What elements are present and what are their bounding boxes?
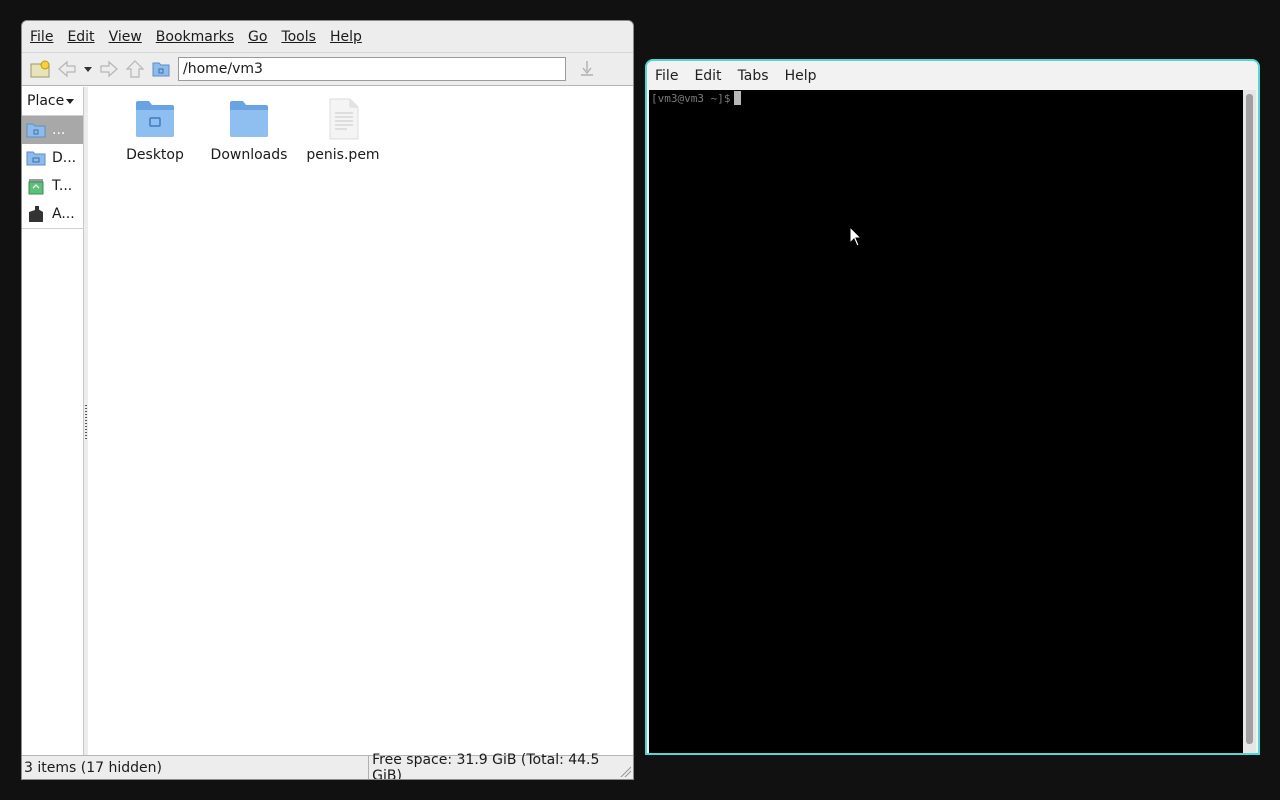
sidebar-item-applications[interactable]: A... <box>22 200 83 228</box>
desktop-folder-icon <box>136 101 174 137</box>
chevron-down-icon <box>84 67 92 72</box>
places-list: ... D... T... A... <box>22 115 83 229</box>
menu-view[interactable]: View <box>109 29 142 45</box>
terminal-menu-edit[interactable]: Edit <box>694 68 721 84</box>
sidebar-item-label: ... <box>52 122 66 138</box>
back-button[interactable] <box>54 56 80 82</box>
home-folder-icon <box>26 123 46 138</box>
file-manager-window: File Edit View Bookmarks Go Tools Help /… <box>21 20 634 780</box>
address-bar-input[interactable] <box>178 57 566 81</box>
terminal-scrollbar[interactable] <box>1243 90 1256 753</box>
file-manager-menubar: File Edit View Bookmarks Go Tools Help <box>22 21 633 53</box>
file-item-label: Desktop <box>126 147 184 163</box>
text-cursor <box>734 91 742 105</box>
trash-icon <box>28 179 44 195</box>
file-item-pem[interactable]: penis.pem <box>296 97 390 163</box>
terminal-screen[interactable]: [vm3@vm3 ~]$ <box>649 90 1245 753</box>
menu-help[interactable]: Help <box>330 29 362 45</box>
file-item-label: penis.pem <box>306 147 380 163</box>
sidebar-item-desktop[interactable]: D... <box>22 144 83 172</box>
menu-tools[interactable]: Tools <box>281 29 316 45</box>
home-folder-icon <box>152 62 170 77</box>
places-label: Place <box>27 93 65 109</box>
menu-edit[interactable]: Edit <box>67 29 94 45</box>
window-resize-grip[interactable] <box>619 765 631 777</box>
file-manager-toolbar <box>22 53 633 86</box>
places-sidebar: Place ... D... T... A... <box>22 87 84 755</box>
terminal-menu-file[interactable]: File <box>655 68 678 84</box>
folder-icon <box>230 101 268 137</box>
back-arrow-icon <box>58 60 76 78</box>
scrollbar-thumb[interactable] <box>1246 94 1253 744</box>
file-icon-grid: Desktop Downloads penis.pem <box>88 87 633 163</box>
up-button[interactable] <box>122 56 148 82</box>
file-item-desktop[interactable]: Desktop <box>108 97 202 163</box>
sidebar-item-label: T... <box>52 178 73 194</box>
file-item-label: Downloads <box>210 147 288 163</box>
file-item-downloads[interactable]: Downloads <box>202 97 296 163</box>
free-space-status: Free space: 31.9 GiB (Total: 44.5 GiB) <box>372 751 600 780</box>
item-count-status: 3 items (17 hidden) <box>22 756 370 779</box>
splitter-grip[interactable] <box>85 405 87 439</box>
go-arrow-icon <box>581 61 593 76</box>
menu-go[interactable]: Go <box>248 29 267 45</box>
history-dropdown-button[interactable] <box>80 56 96 82</box>
sidebar-item-home[interactable]: ... <box>22 116 83 144</box>
forward-arrow-icon <box>100 60 118 78</box>
go-button[interactable] <box>574 56 600 82</box>
shell-prompt: [vm3@vm3 ~]$ <box>651 92 731 105</box>
applications-icon <box>29 206 43 222</box>
text-file-icon <box>329 98 359 140</box>
new-tab-button[interactable] <box>28 56 54 82</box>
sidebar-item-label: D... <box>52 150 77 166</box>
desktop-folder-icon <box>26 151 46 166</box>
menu-bookmarks[interactable]: Bookmarks <box>156 29 234 45</box>
terminal-menu-tabs[interactable]: Tabs <box>738 68 769 84</box>
places-selector[interactable]: Place <box>22 87 83 115</box>
status-bar: 3 items (17 hidden) Free space: 31.9 GiB… <box>22 751 633 780</box>
sidebar-item-trash[interactable]: T... <box>22 172 83 200</box>
new-tab-icon <box>30 60 50 78</box>
file-manager-body: Place ... D... T... A... Desktop Downloa… <box>22 87 633 755</box>
forward-button[interactable] <box>96 56 122 82</box>
terminal-menubar: File Edit Tabs Help <box>647 61 1258 90</box>
up-arrow-icon <box>125 60 145 78</box>
mouse-pointer-icon <box>849 226 863 247</box>
terminal-window: File Edit Tabs Help [vm3@vm3 ~]$ <box>645 59 1260 755</box>
home-button[interactable] <box>148 56 174 82</box>
sidebar-item-label: A... <box>52 206 75 222</box>
menu-file[interactable]: File <box>30 29 53 45</box>
file-view: Desktop Downloads penis.pem <box>88 87 633 755</box>
chevron-down-icon <box>66 98 75 104</box>
terminal-menu-help[interactable]: Help <box>785 68 817 84</box>
